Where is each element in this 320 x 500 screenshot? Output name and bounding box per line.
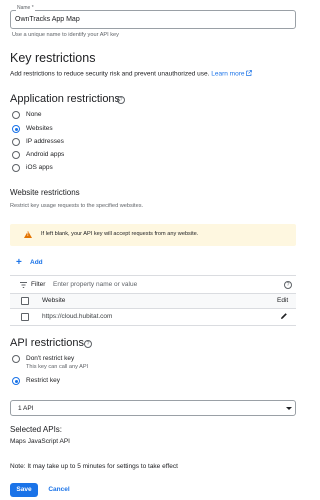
- edit-icon[interactable]: [280, 312, 288, 320]
- name-field-hint: Use a unique name to identify your API k…: [12, 32, 119, 38]
- name-field-value[interactable]: OwnTracks App Map: [15, 16, 80, 24]
- divider: [10, 275, 296, 276]
- application-restrictions-title: Application restrictions: [10, 93, 121, 105]
- select-all-checkbox[interactable]: [21, 297, 29, 305]
- website-restrictions-description: Restrict key usage requests to the speci…: [10, 203, 144, 209]
- learn-more-link[interactable]: Learn more: [211, 71, 244, 78]
- external-link-icon: [246, 70, 253, 76]
- help-icon[interactable]: ?: [117, 96, 125, 104]
- cancel-button[interactable]: Cancel: [45, 483, 73, 497]
- row-checkbox[interactable]: [21, 313, 29, 321]
- chevron-down-icon: [286, 407, 292, 410]
- website-cell: https://cloud.hubitat.com: [42, 313, 113, 320]
- divider: [10, 325, 296, 326]
- radio-ip-addresses[interactable]: [12, 138, 20, 146]
- warning-text: If left blank, your API key will accept …: [41, 231, 199, 237]
- radio-none-label: None: [26, 111, 42, 118]
- warning-banner: ! If left blank, your API key will accep…: [10, 224, 296, 246]
- table-row: https://cloud.hubitat.com: [10, 309, 296, 325]
- column-header-website: Website: [42, 297, 66, 304]
- radio-none[interactable]: [12, 111, 20, 119]
- column-header-edit: Edit: [277, 297, 289, 304]
- radio-websites-label: Websites: [26, 125, 53, 132]
- filter-label: Filter: [31, 281, 46, 288]
- help-icon[interactable]: ?: [284, 281, 292, 289]
- radio-dont-restrict-key-sublabel: This key can call any API: [26, 364, 89, 370]
- radio-dont-restrict-key[interactable]: [12, 355, 20, 363]
- selected-apis-title: Selected APIs:: [10, 425, 63, 434]
- radio-restrict-key-label: Restrict key: [26, 377, 60, 384]
- radio-ios-apps[interactable]: [12, 164, 20, 172]
- radio-ios-apps-label: iOS apps: [26, 164, 53, 171]
- api-select[interactable]: 1 API: [10, 400, 296, 416]
- settings-note: Note: It may take up to 5 minutes for se…: [10, 463, 178, 470]
- filter-input[interactable]: Enter property name or value: [53, 281, 137, 289]
- api-select-value: 1 API: [18, 405, 34, 412]
- add-button[interactable]: Add: [30, 259, 43, 267]
- plus-icon: +: [16, 257, 22, 268]
- radio-ip-addresses-label: IP addresses: [26, 138, 64, 145]
- radio-android-apps-label: Android apps: [26, 151, 65, 158]
- selected-api-item: Maps JavaScript API: [10, 438, 70, 445]
- radio-restrict-key[interactable]: [12, 377, 20, 385]
- website-restrictions-title: Website restrictions: [10, 188, 80, 197]
- help-icon[interactable]: ?: [84, 340, 92, 348]
- key-restrictions-description: Add restrictions to reduce security risk…: [10, 70, 210, 78]
- filter-icon: [20, 282, 27, 288]
- radio-android-apps[interactable]: [12, 151, 20, 159]
- key-restrictions-title: Key restrictions: [10, 51, 96, 65]
- save-button[interactable]: Save: [10, 483, 38, 497]
- api-restrictions-title: API restrictions: [10, 337, 84, 349]
- name-field-label: Name *: [16, 5, 35, 11]
- radio-websites[interactable]: [12, 125, 20, 133]
- radio-dont-restrict-key-label: Don't restrict key: [26, 355, 75, 362]
